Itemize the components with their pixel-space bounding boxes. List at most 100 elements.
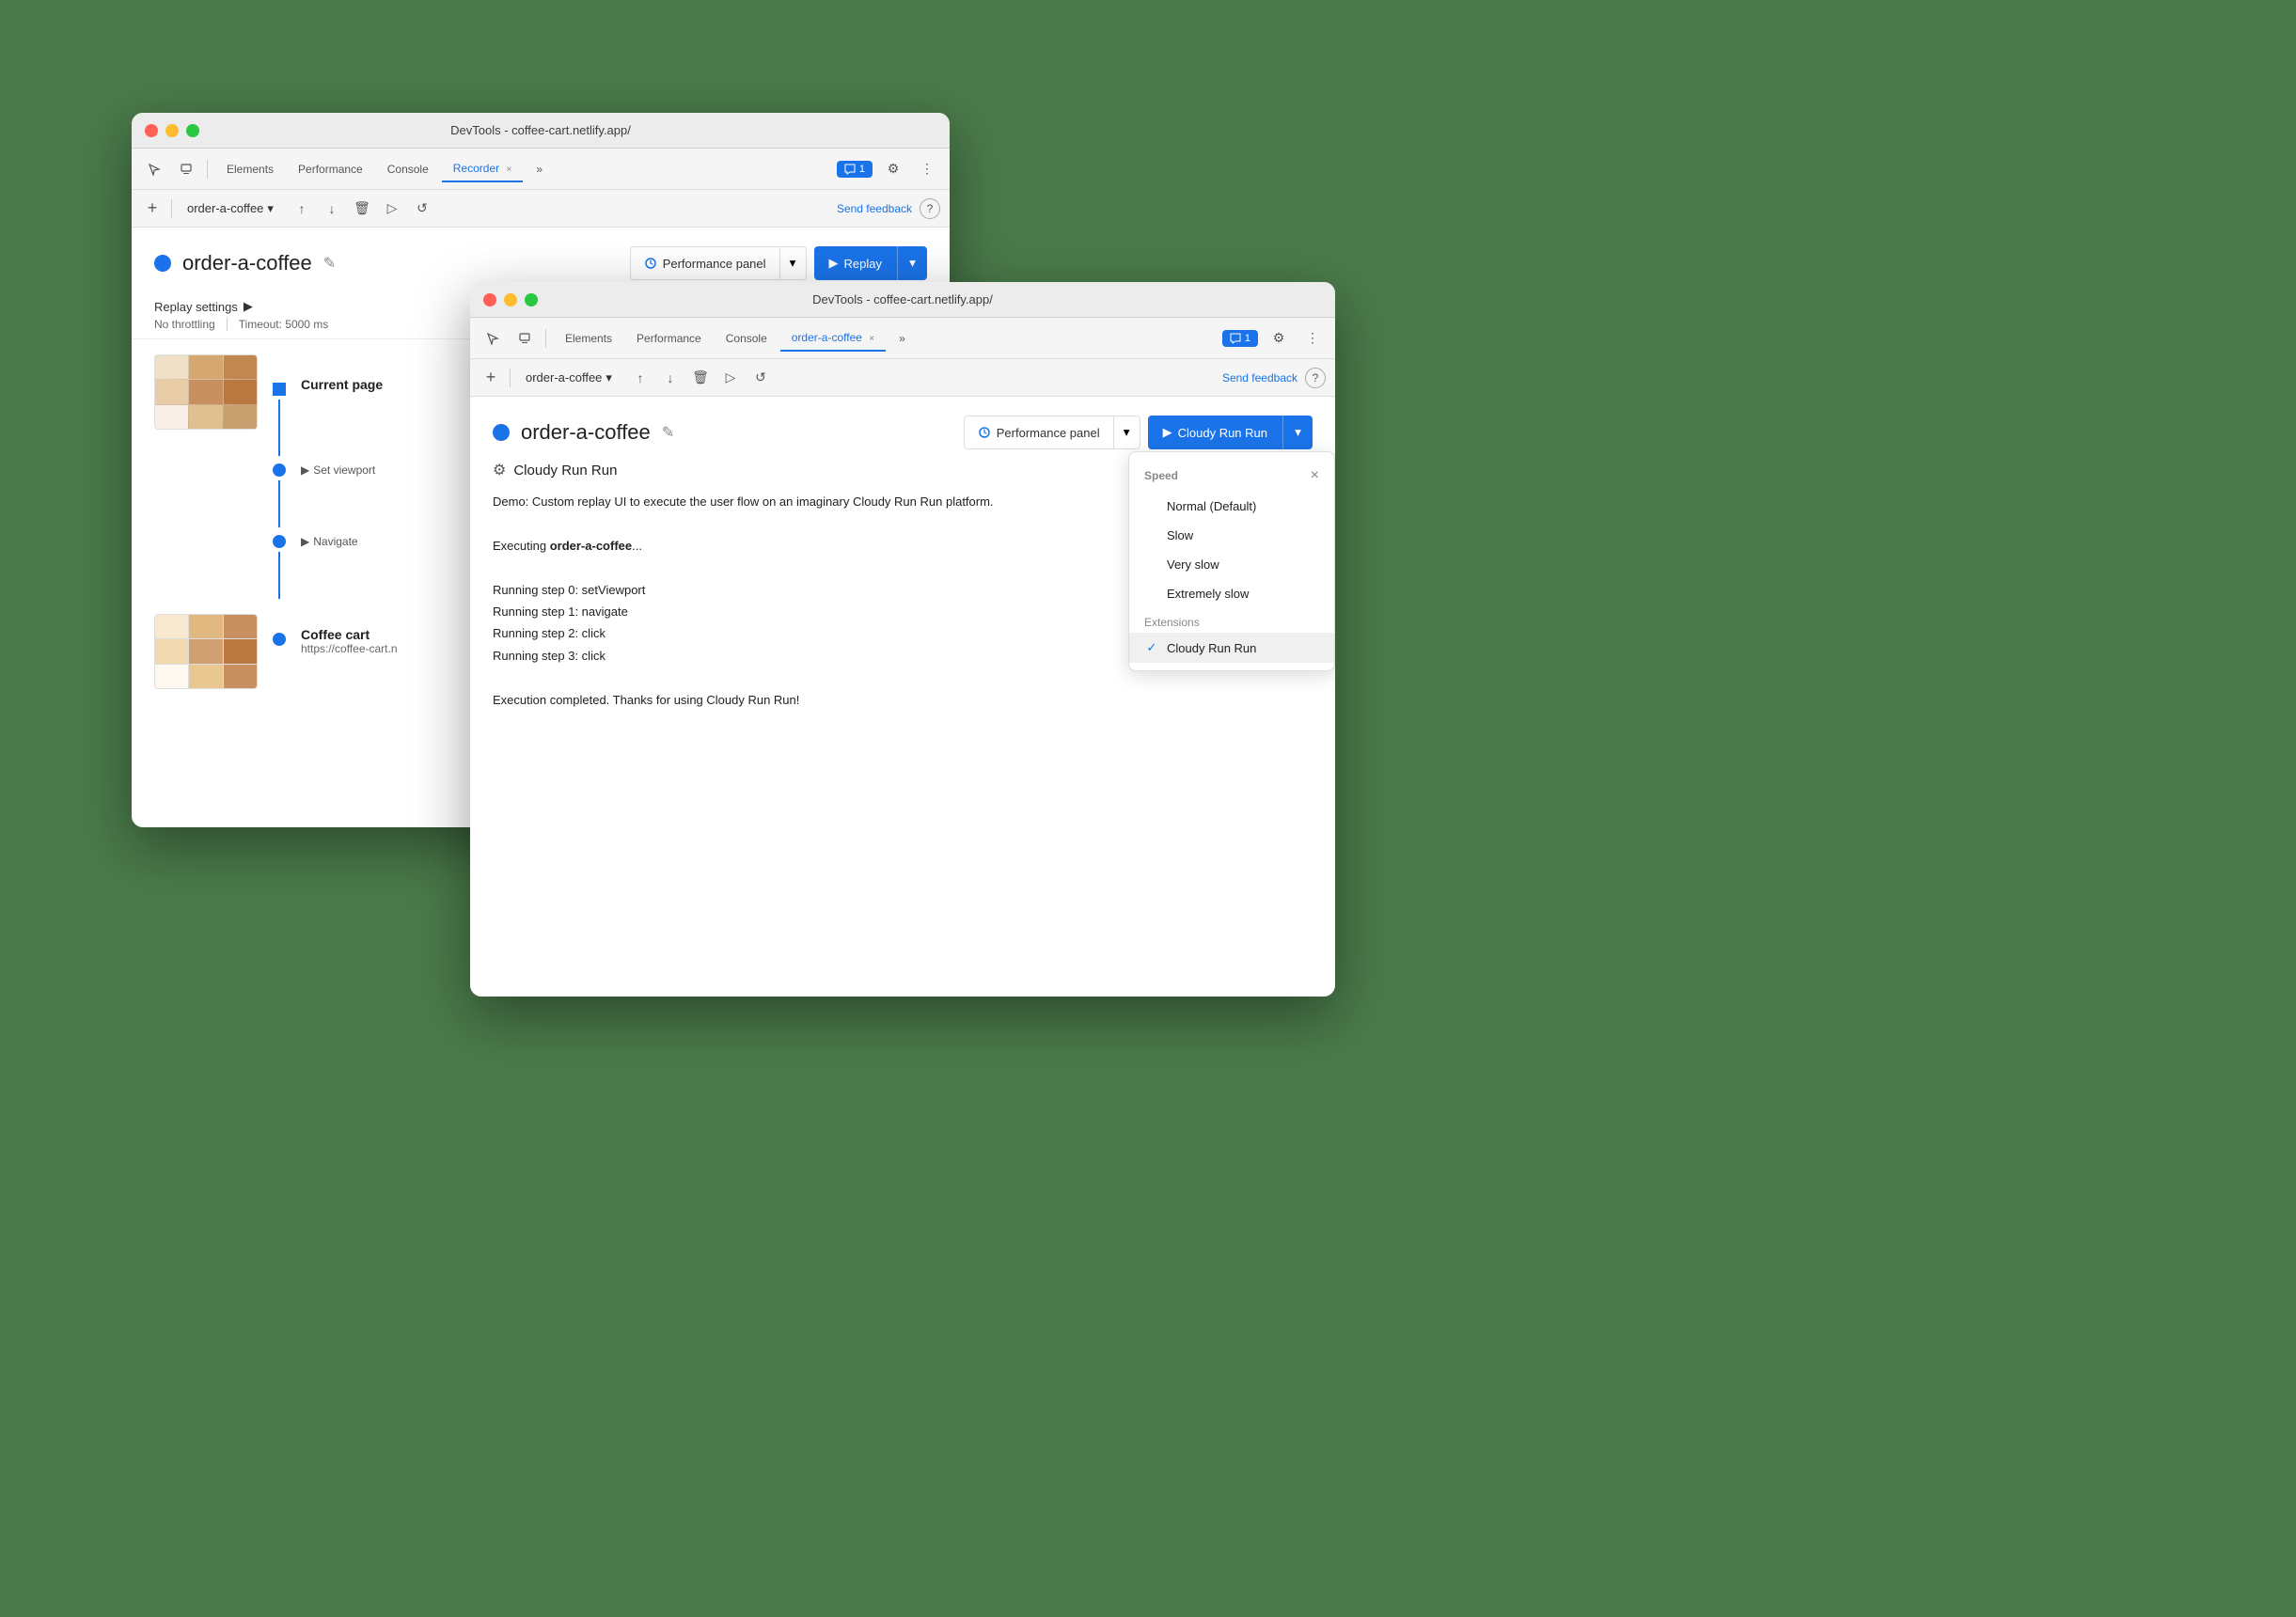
send-feedback-link-front[interactable]: Send feedback — [1222, 371, 1297, 385]
dropdown-item-slow[interactable]: Slow — [1129, 521, 1334, 550]
window-title-front: DevTools - coffee-cart.netlify.app/ — [812, 292, 993, 306]
replay-button-back[interactable]: ▶ Replay — [814, 246, 897, 280]
replay-chevron-back[interactable]: ▾ — [897, 246, 927, 280]
tab-elements-front[interactable]: Elements — [554, 326, 623, 351]
close-traffic-light-front[interactable] — [483, 293, 496, 306]
step-dot-4 — [273, 633, 286, 646]
performance-panel-button-back[interactable]: Performance panel — [630, 246, 780, 280]
log-cloudy-run: Cloudy Run Run — [853, 495, 942, 509]
step-content-coffee: Coffee cart https://coffee-cart.n — [301, 614, 398, 655]
feedback-badge-front[interactable]: 1 — [1222, 330, 1258, 347]
recording-bar-back: + order-a-coffee ▾ ↑ ↓ 🗑 ▷ ↺ Send feedba… — [132, 190, 950, 228]
inspect-button[interactable] — [173, 156, 199, 182]
minimize-traffic-light[interactable] — [165, 124, 179, 137]
recording-name-selector-front[interactable]: order-a-coffee ▾ — [518, 367, 620, 389]
devtools-window-front: DevTools - coffee-cart.netlify.app/ Elem… — [470, 282, 1335, 997]
maximize-traffic-light[interactable] — [186, 124, 199, 137]
cursor-tool-button[interactable] — [141, 156, 167, 182]
perf-panel-chevron-front[interactable]: ▾ — [1114, 416, 1140, 449]
toolbar-right-front: 1 ⚙ ⋮ — [1222, 325, 1326, 352]
tab-recorder-close-back[interactable]: × — [506, 165, 511, 175]
recording-bar-divider — [171, 199, 172, 218]
feedback-badge-back[interactable]: 1 — [837, 161, 873, 178]
dropdown-arrow-back: ▾ — [267, 201, 274, 216]
dropdown-close-button[interactable]: × — [1311, 467, 1319, 484]
dropdown-item-extremely-slow[interactable]: Extremely slow — [1129, 579, 1334, 608]
export-button-front[interactable]: ↑ — [627, 365, 653, 391]
add-recording-button-front[interactable]: + — [480, 367, 502, 389]
inspect-icon-front — [518, 332, 531, 345]
dropdown-item-very-slow[interactable]: Very slow — [1129, 550, 1334, 579]
more-button-front[interactable]: ⋮ — [1299, 325, 1326, 352]
recording-title-back: order-a-coffee — [182, 251, 312, 275]
tab-more-back[interactable]: » — [525, 157, 554, 181]
tab-elements-back[interactable]: Elements — [215, 157, 285, 181]
minimize-traffic-light-front[interactable] — [504, 293, 517, 306]
perf-panel-chevron-back[interactable]: ▾ — [780, 246, 807, 280]
step-dot-1 — [273, 383, 286, 396]
step-timeline-4 — [273, 633, 286, 646]
settings-button-back[interactable]: ⚙ — [880, 156, 906, 182]
add-recording-button-back[interactable]: + — [141, 197, 164, 220]
step-content-viewport: ▶ Set viewport — [301, 463, 375, 477]
replay-chevron-front[interactable]: ▾ — [1282, 416, 1313, 449]
edit-title-icon-front[interactable]: ✎ — [662, 423, 674, 442]
tab-bar-front: Elements Performance Console order-a-cof… — [554, 325, 917, 352]
tab-more-front[interactable]: » — [888, 326, 917, 351]
send-feedback-link-back[interactable]: Send feedback — [837, 202, 912, 215]
dropdown-item-normal[interactable]: Normal (Default) — [1129, 492, 1334, 521]
step-line-3 — [278, 552, 280, 599]
dropdown-item-cloudy-run[interactable]: ✓ Cloudy Run Run — [1129, 633, 1334, 663]
recording-actions-front: ↑ ↓ 🗑 ▷ ↺ — [627, 365, 774, 391]
log-bold-name: order-a-coffee — [550, 539, 632, 553]
run-button-front[interactable]: ▷ — [717, 365, 744, 391]
comment-icon-front — [1230, 333, 1241, 344]
tab-console-back[interactable]: Console — [376, 157, 440, 181]
edit-title-icon-back[interactable]: ✎ — [323, 254, 336, 273]
inspect-icon — [180, 163, 193, 176]
replay-play-icon-front: ▶ — [1163, 425, 1172, 440]
titlebar-back: DevTools - coffee-cart.netlify.app/ — [132, 113, 950, 149]
replay-play-icon-back: ▶ — [829, 256, 839, 271]
undo-button-front[interactable]: ↺ — [747, 365, 774, 391]
settings-expand-icon: ▶ — [244, 299, 253, 314]
cursor-icon — [148, 163, 161, 176]
extensions-section-label: Extensions — [1129, 608, 1334, 633]
recording-dot-front — [493, 424, 510, 441]
export-button-back[interactable]: ↑ — [289, 196, 315, 222]
tab-recorder-close-front[interactable]: × — [869, 334, 874, 344]
import-button-front[interactable]: ↓ — [657, 365, 684, 391]
performance-panel-button-front[interactable]: Performance panel — [964, 416, 1114, 449]
step-expand-viewport[interactable]: ▶ Set viewport — [301, 463, 375, 477]
expand-arrow-navigate: ▶ — [301, 535, 309, 548]
extension-gear-icon: ⚙ — [493, 461, 506, 479]
run-button-back[interactable]: ▷ — [379, 196, 405, 222]
inspect-button-front[interactable] — [511, 325, 538, 352]
more-button-back[interactable]: ⋮ — [914, 156, 940, 182]
tab-performance-front[interactable]: Performance — [625, 326, 713, 351]
settings-button-front[interactable]: ⚙ — [1266, 325, 1292, 352]
tab-console-front[interactable]: Console — [715, 326, 778, 351]
step-expand-navigate[interactable]: ▶ Navigate — [301, 535, 358, 548]
undo-button-back[interactable]: ↺ — [409, 196, 435, 222]
step-title-current: Current page — [301, 377, 383, 392]
tab-recorder-front[interactable]: order-a-coffee × — [780, 325, 886, 352]
help-button-front[interactable]: ? — [1305, 368, 1326, 388]
maximize-traffic-light-front[interactable] — [525, 293, 538, 306]
cursor-tool-button-front[interactable] — [480, 325, 506, 352]
toolbar-right-back: 1 ⚙ ⋮ — [837, 156, 940, 182]
delete-button-front[interactable]: 🗑 — [687, 365, 714, 391]
replay-button-front[interactable]: ▶ Cloudy Run Run — [1148, 416, 1282, 449]
tab-recorder-back[interactable]: Recorder × — [442, 156, 524, 182]
help-button-back[interactable]: ? — [920, 198, 940, 219]
tab-performance-back[interactable]: Performance — [287, 157, 374, 181]
import-button-back[interactable]: ↓ — [319, 196, 345, 222]
recording-title-front: order-a-coffee — [521, 420, 651, 445]
step-line-2 — [278, 480, 280, 527]
step-content-navigate: ▶ Navigate — [301, 535, 358, 548]
close-traffic-light[interactable] — [145, 124, 158, 137]
recording-name-selector-back[interactable]: order-a-coffee ▾ — [180, 197, 281, 220]
dropdown-arrow-front: ▾ — [605, 370, 612, 385]
delete-button-back[interactable]: 🗑 — [349, 196, 375, 222]
panel-actions-back: Performance panel ▾ ▶ Replay ▾ — [630, 246, 927, 280]
